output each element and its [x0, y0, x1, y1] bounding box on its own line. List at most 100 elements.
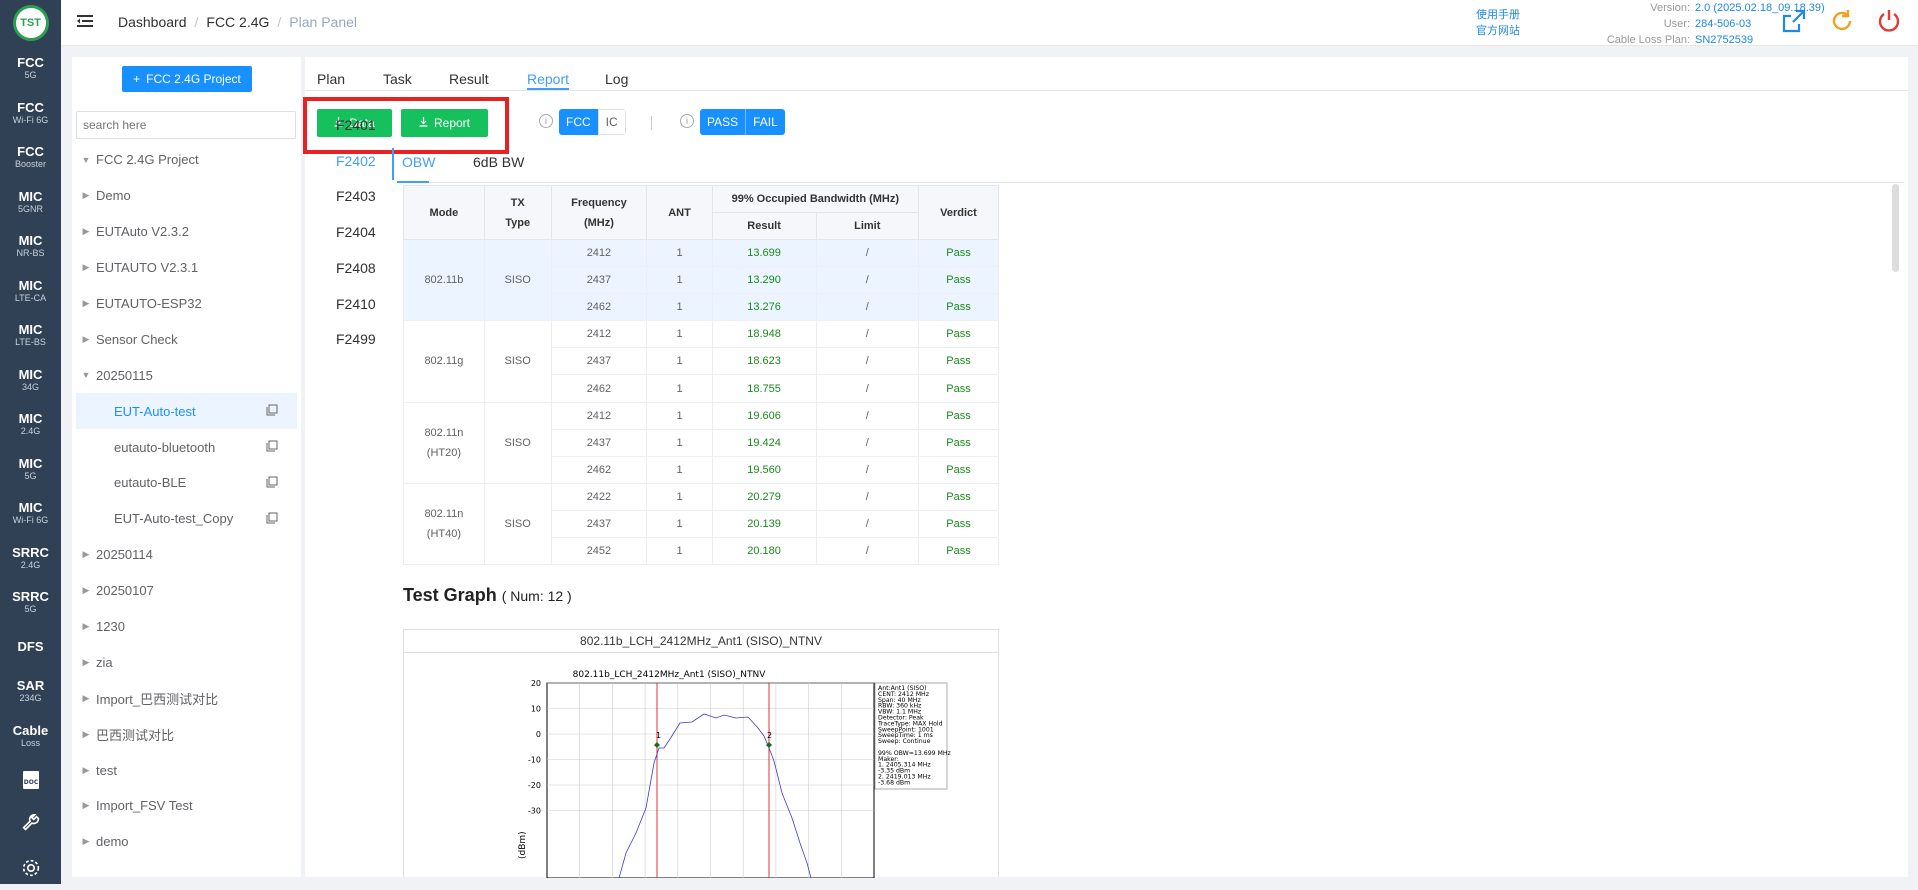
breadcrumb-dashboard[interactable]: Dashboard	[118, 14, 187, 30]
sidebar-item-mic-5gnr[interactable]: MIC 5GNR	[0, 180, 61, 225]
table-scrollbar[interactable]	[1892, 184, 1899, 272]
expand-arrow-icon[interactable]: ▶	[76, 298, 96, 309]
subtab-6db-bw[interactable]: 6dB BW	[473, 154, 524, 170]
tree-plan-item[interactable]: eutauto-bluetooth	[76, 429, 297, 465]
tree-folder-item[interactable]: ▶ 1230	[76, 609, 297, 645]
expand-arrow-icon[interactable]: ▶	[76, 765, 96, 776]
expand-arrow-icon[interactable]: ▶	[76, 657, 96, 668]
tree-plan-item[interactable]: EUT-Auto-test	[76, 393, 297, 430]
expand-arrow-icon[interactable]: ▶	[76, 190, 96, 201]
expand-arrow-icon[interactable]: ▼	[76, 155, 96, 165]
tree-folder-item[interactable]: ▶ 20250107	[76, 573, 297, 609]
tab-log[interactable]: Log	[605, 71, 628, 87]
tree-folder-item[interactable]: ▶ zia	[76, 644, 297, 680]
sidebar-item-mic-34g[interactable]: MIC 34G	[0, 358, 61, 403]
tree-folder-item[interactable]: ▼ FCC 2.4G Project	[76, 142, 297, 178]
tree-folder-item[interactable]: ▶ test	[76, 752, 297, 788]
sidebar-item-dfs[interactable]: DFS	[0, 625, 61, 670]
copy-icon[interactable]	[266, 512, 278, 527]
std-ic-option[interactable]: IC	[597, 109, 626, 135]
sidebar-item-srrc-5g[interactable]: SRRC 5G	[0, 580, 61, 625]
refresh-icon[interactable]	[1827, 6, 1857, 36]
tree-folder-item[interactable]: ▶ 巴西测试对比	[76, 716, 297, 752]
sidebar-item-sub: 5G	[24, 470, 37, 481]
expand-arrow-icon[interactable]: ▶	[76, 800, 96, 811]
expand-arrow-icon[interactable]: ▶	[76, 693, 96, 704]
tab-result[interactable]: Result	[449, 71, 489, 87]
tree-folder-item[interactable]: ▶ EUTAUTO V2.3.1	[76, 250, 297, 286]
freq-tab-f2404[interactable]: F2404	[336, 224, 376, 240]
info-icon[interactable]: i	[680, 114, 694, 128]
sidebar-item-mic-5g[interactable]: MIC 5G	[0, 447, 61, 492]
freq-tab-f2401[interactable]: F2401	[336, 117, 376, 133]
sidebar-item-mic-wi-fi-6g[interactable]: MIC Wi-Fi 6G	[0, 491, 61, 536]
tree-folder-item[interactable]: ▶ Demo	[76, 178, 297, 214]
tree-folder-item[interactable]: ▶ Sensor Check	[76, 321, 297, 357]
tree-plan-item[interactable]: EUT-Auto-test_Copy	[76, 501, 297, 537]
std-fcc-option[interactable]: FCC	[559, 109, 598, 135]
freq-tab-f2408[interactable]: F2408	[336, 260, 376, 276]
tree-folder-item[interactable]: ▶ 20250114	[76, 537, 297, 573]
tree-folder-item[interactable]: ▶ Import_FSV Test	[76, 788, 297, 824]
tree-search-input[interactable]	[76, 111, 296, 139]
version-info: Version: 2.0 (2025.02.18_09.18.39) User: 2…	[1481, 0, 1826, 48]
tree-folder-item[interactable]: ▶ EUTAuto V2.3.2	[76, 214, 297, 250]
tree-folder-item[interactable]: ▶ Import_巴西测试对比	[76, 680, 297, 716]
main-sidebar: TST FCC 5G FCC Wi-Fi 6G FCC Booster MIC 5GNR MIC…	[0, 0, 61, 884]
breadcrumb-fcc[interactable]: FCC 2.4G	[206, 14, 269, 30]
wrench-icon[interactable]	[0, 802, 61, 846]
freq-tab-f2403[interactable]: F2403	[336, 188, 376, 204]
sidebar-item-title: FCC	[17, 55, 44, 71]
freq-tab-f2402[interactable]: F2402	[336, 153, 376, 169]
sidebar-item-fcc-wi-fi-6g[interactable]: FCC Wi-Fi 6G	[0, 91, 61, 136]
info-icon[interactable]: i	[539, 114, 553, 128]
doc-icon[interactable]: DOC	[0, 758, 61, 802]
cell-frequency: 2462	[550, 293, 648, 322]
tree-folder-item[interactable]: ▶ demo	[76, 824, 297, 860]
sidebar-item-fcc-5g[interactable]: FCC 5G	[0, 46, 61, 91]
sidebar-item-mic-nr-bs[interactable]: MIC NR-BS	[0, 224, 61, 269]
cell-tx-type: SISO	[483, 320, 552, 403]
export-icon[interactable]	[1779, 6, 1809, 36]
table-row: 802.11n (HT20) SISO 2412 1 19.606/Pass	[403, 401, 1000, 484]
tab-task[interactable]: Task	[383, 71, 412, 87]
tree-folder-item[interactable]: ▶ EUTAUTO-ESP32	[76, 286, 297, 322]
freq-tab-f2499[interactable]: F2499	[336, 331, 376, 347]
verdict-fail-option[interactable]: FAIL	[746, 109, 785, 135]
sidebar-item-title: DFS	[17, 639, 44, 655]
gear-icon[interactable]	[0, 846, 61, 890]
tree-plan-item[interactable]: eutauto-BLE	[76, 465, 297, 501]
subtab-obw[interactable]: OBW	[402, 154, 435, 170]
expand-arrow-icon[interactable]: ▶	[76, 334, 96, 345]
tab-plan[interactable]: Plan	[317, 71, 345, 87]
sidebar-item-srrc-2-4g[interactable]: SRRC 2.4G	[0, 536, 61, 581]
tree-folder-item[interactable]: ▼ 20250115	[76, 357, 297, 393]
verdict-pass-option[interactable]: PASS	[700, 109, 747, 135]
expand-arrow-icon[interactable]: ▶	[76, 549, 96, 560]
power-icon[interactable]	[1874, 6, 1904, 36]
sidebar-item-mic-lte-ca[interactable]: MIC LTE-CA	[0, 269, 61, 314]
sidebar-item-sar-234g[interactable]: SAR 234G	[0, 669, 61, 714]
copy-icon[interactable]	[266, 404, 278, 419]
copy-icon[interactable]	[266, 440, 278, 455]
sidebar-item-fcc-booster[interactable]: FCC Booster	[0, 135, 61, 180]
menu-toggle-icon[interactable]	[77, 13, 93, 34]
expand-arrow-icon[interactable]: ▶	[76, 585, 96, 596]
cell-verdict: Pass	[917, 374, 1000, 403]
add-project-button[interactable]: + FCC 2.4G Project	[122, 66, 252, 92]
y-tick-labels: 20 10 0 -10 -20 -30	[528, 679, 541, 816]
copy-icon[interactable]	[266, 476, 278, 491]
freq-tab-f2410[interactable]: F2410	[336, 296, 376, 312]
app-logo[interactable]: TST	[0, 0, 61, 46]
expand-arrow-icon[interactable]: ▶	[76, 729, 96, 740]
sidebar-item-mic-2-4g[interactable]: MIC 2.4G	[0, 402, 61, 447]
expand-arrow-icon[interactable]: ▼	[76, 370, 96, 380]
tab-report[interactable]: Report	[527, 71, 569, 87]
sidebar-item-sub: Wi-Fi 6G	[12, 515, 49, 526]
sidebar-item-mic-lte-bs[interactable]: MIC LTE-BS	[0, 313, 61, 358]
expand-arrow-icon[interactable]: ▶	[76, 226, 96, 237]
expand-arrow-icon[interactable]: ▶	[76, 836, 96, 847]
expand-arrow-icon[interactable]: ▶	[76, 262, 96, 273]
sidebar-item-cable-loss[interactable]: Cable Loss	[0, 714, 61, 759]
expand-arrow-icon[interactable]: ▶	[76, 621, 96, 632]
